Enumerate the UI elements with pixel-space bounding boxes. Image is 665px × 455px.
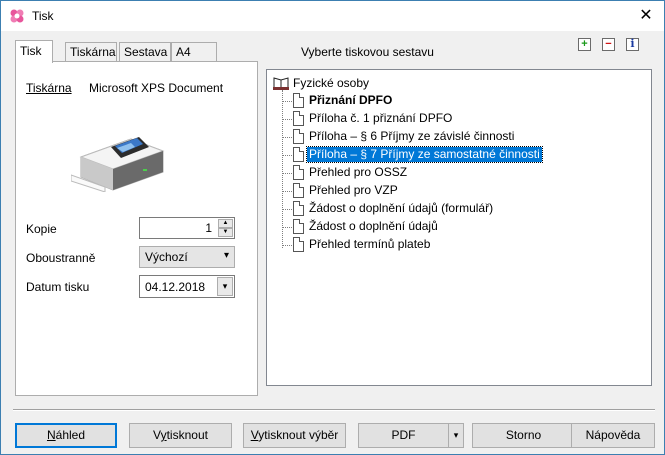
document-icon (293, 147, 304, 162)
printer-link[interactable]: Tiskárna (26, 81, 72, 95)
tree-connector (282, 90, 283, 248)
tree-item-label: Přiznání DPFO (309, 93, 393, 107)
calendar-dropdown-icon[interactable]: ▾ (217, 277, 233, 296)
cancel-button[interactable]: Storno (472, 423, 575, 448)
duplex-value: Výchozí (145, 250, 188, 264)
document-icon (293, 237, 304, 252)
open-book-icon (273, 77, 289, 90)
title-bar[interactable]: Tisk ✕ (1, 1, 664, 31)
tree-item-label: Přehled pro OSSZ (309, 165, 408, 179)
preview-button[interactable]: Náhled (15, 423, 117, 448)
report-tree[interactable]: Fyzické osoby Přiznání DPFO Příloha č. 1… (266, 69, 652, 386)
tab-tiskarna[interactable]: Tiskárna (65, 42, 117, 62)
preview-label: áhled (55, 428, 86, 442)
document-icon (293, 129, 304, 144)
document-icon (293, 93, 304, 108)
tree-root-label: Fyzické osoby (293, 76, 370, 90)
copies-value[interactable]: 1 (205, 221, 212, 235)
tab-tisk[interactable]: Tisk (15, 40, 53, 63)
pdf-button[interactable]: PDF (358, 423, 449, 448)
tree-item-label: Přehled termínů plateb (309, 237, 431, 251)
document-icon (293, 165, 304, 180)
close-icon[interactable]: ✕ (628, 1, 664, 31)
remove-icon[interactable]: − (602, 38, 615, 51)
window-title: Tisk (32, 9, 54, 23)
date-label: Datum tisku (26, 280, 90, 294)
tab-sestava[interactable]: Sestava (119, 42, 171, 62)
app-flower-icon (10, 9, 24, 23)
help-button[interactable]: Nápověda (571, 423, 655, 448)
duplex-label: Oboustranně (26, 251, 96, 265)
print-label-end: tisknout (166, 428, 208, 442)
document-icon (293, 219, 304, 234)
print-selection-button[interactable]: Vytisknout výběr (243, 423, 346, 448)
tree-item-label: Žádost o doplnění údajů (formulář) (309, 201, 494, 215)
tab-a4[interactable]: A4 (171, 42, 217, 62)
copies-label: Kopie (26, 222, 57, 236)
printer-icon (71, 137, 165, 192)
add-icon[interactable]: + (578, 38, 591, 51)
preview-mnemonic: N (46, 428, 56, 442)
copies-spinbox[interactable]: 1 ▲ ▼ (139, 217, 235, 239)
print-label-start: V (153, 428, 161, 442)
date-value[interactable]: 04.12.2018 (145, 280, 205, 294)
tree-item-label: Žádost o doplnění údajů (309, 219, 438, 233)
print-button[interactable]: Vytisknout (129, 423, 232, 448)
copies-spin-buttons: ▲ ▼ (218, 219, 233, 237)
printer-name: Microsoft XPS Document (89, 81, 224, 95)
print-selection-label: ytisknout výběr (258, 428, 339, 442)
pdf-dropdown-icon[interactable]: ▾ (448, 423, 464, 448)
spin-up-icon[interactable]: ▲ (218, 219, 233, 228)
chevron-down-icon: ▾ (223, 250, 229, 261)
tree-item-label: Příloha č. 1 přiznání DPFO (309, 111, 453, 125)
tree-item-label: Příloha – § 6 Příjmy ze závislé činnosti (309, 129, 515, 143)
report-section-title: Vyberte tiskovou sestavu (301, 45, 434, 59)
document-icon (293, 111, 304, 126)
spin-down-icon[interactable]: ▼ (218, 228, 233, 237)
document-icon (293, 183, 304, 198)
duplex-select[interactable]: Výchozí ▾ (139, 246, 235, 268)
divider (13, 409, 655, 411)
info-icon[interactable]: i (626, 38, 639, 51)
date-picker[interactable]: 04.12.2018 ▾ (139, 275, 235, 298)
document-icon (293, 201, 304, 216)
tree-item-label: Příloha – § 7 Příjmy ze samostatné činno… (306, 146, 543, 163)
tab-panel-tisk: Tiskárna Microsoft XPS Document Kopie 1 … (15, 61, 258, 396)
print-dialog-window: Tisk ✕ Tisk Tiskárna Sestava A4 Tiskárna… (0, 0, 665, 455)
tree-item-label: Přehled pro VZP (309, 183, 398, 197)
